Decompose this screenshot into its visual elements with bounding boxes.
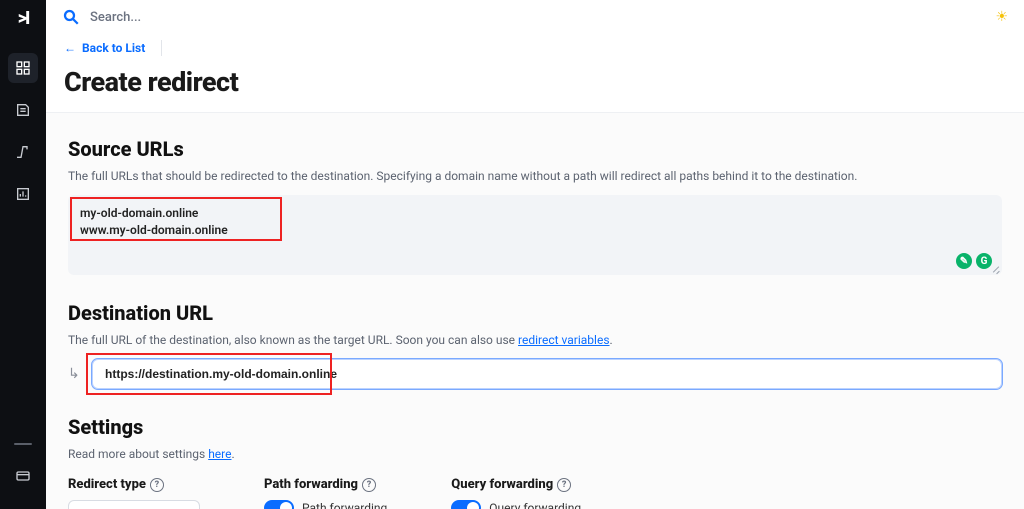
path-forwarding-toggle-label: Path forwarding [302, 501, 387, 509]
page-title: Create redirect [46, 66, 1024, 112]
redirect-type-label: Redirect type [68, 477, 146, 492]
query-forwarding-toggle-label: Query forwarding [489, 501, 581, 509]
query-forwarding-toggle[interactable] [451, 500, 481, 509]
corner-down-right-icon: ↳ [68, 366, 82, 382]
settings-here-link[interactable]: here [208, 447, 231, 461]
topbar: Search... ☀ [46, 0, 1024, 34]
destination-url-hint: The full URL of the destination, also kn… [68, 331, 1002, 349]
redirect-type-select[interactable]: Permanent (301) ⌄ [68, 500, 200, 509]
source-urls-heading: Source URLs [68, 137, 1002, 161]
nav-pages-icon[interactable] [8, 95, 38, 125]
nav-reports-icon[interactable] [8, 179, 38, 209]
destination-url-input[interactable] [92, 359, 1002, 389]
sidebar-separator [14, 443, 32, 445]
nav-redirects-icon[interactable] [8, 137, 38, 167]
divider [161, 40, 162, 56]
search-icon [62, 8, 80, 26]
resize-handle-icon[interactable] [990, 263, 1000, 273]
search-placeholder: Search... [90, 10, 141, 25]
source-urls-value: my-old-domain.online www.my-old-domain.o… [80, 205, 990, 240]
help-icon[interactable]: ? [557, 478, 571, 492]
nav-billing-icon[interactable] [8, 461, 38, 491]
grammar-badge-icon[interactable]: ✎ [956, 253, 972, 269]
path-forwarding-label: Path forwarding [264, 477, 358, 492]
destination-url-heading: Destination URL [68, 301, 1002, 325]
redirect-variables-link[interactable]: redirect variables [518, 333, 609, 347]
back-to-list-link[interactable]: ← Back to List [64, 41, 145, 55]
query-forwarding-label: Query forwarding [451, 477, 553, 492]
help-icon[interactable]: ? [362, 478, 376, 492]
arrow-left-icon: ← [64, 41, 76, 55]
brand-logo: >I [18, 8, 29, 29]
settings-hint: Read more about settings here. [68, 445, 1002, 463]
search-input[interactable]: Search... [62, 8, 141, 26]
nav-dashboard-icon[interactable] [8, 53, 38, 83]
back-label: Back to List [82, 41, 145, 55]
help-icon[interactable]: ? [150, 478, 164, 492]
source-urls-hint: The full URLs that should be redirected … [68, 167, 1002, 185]
settings-heading: Settings [68, 415, 1002, 439]
sidebar: >I [0, 0, 46, 509]
path-forwarding-toggle[interactable] [264, 500, 294, 509]
source-urls-textarea[interactable]: my-old-domain.online www.my-old-domain.o… [68, 195, 1002, 275]
theme-toggle-icon[interactable]: ☀ [995, 9, 1008, 25]
